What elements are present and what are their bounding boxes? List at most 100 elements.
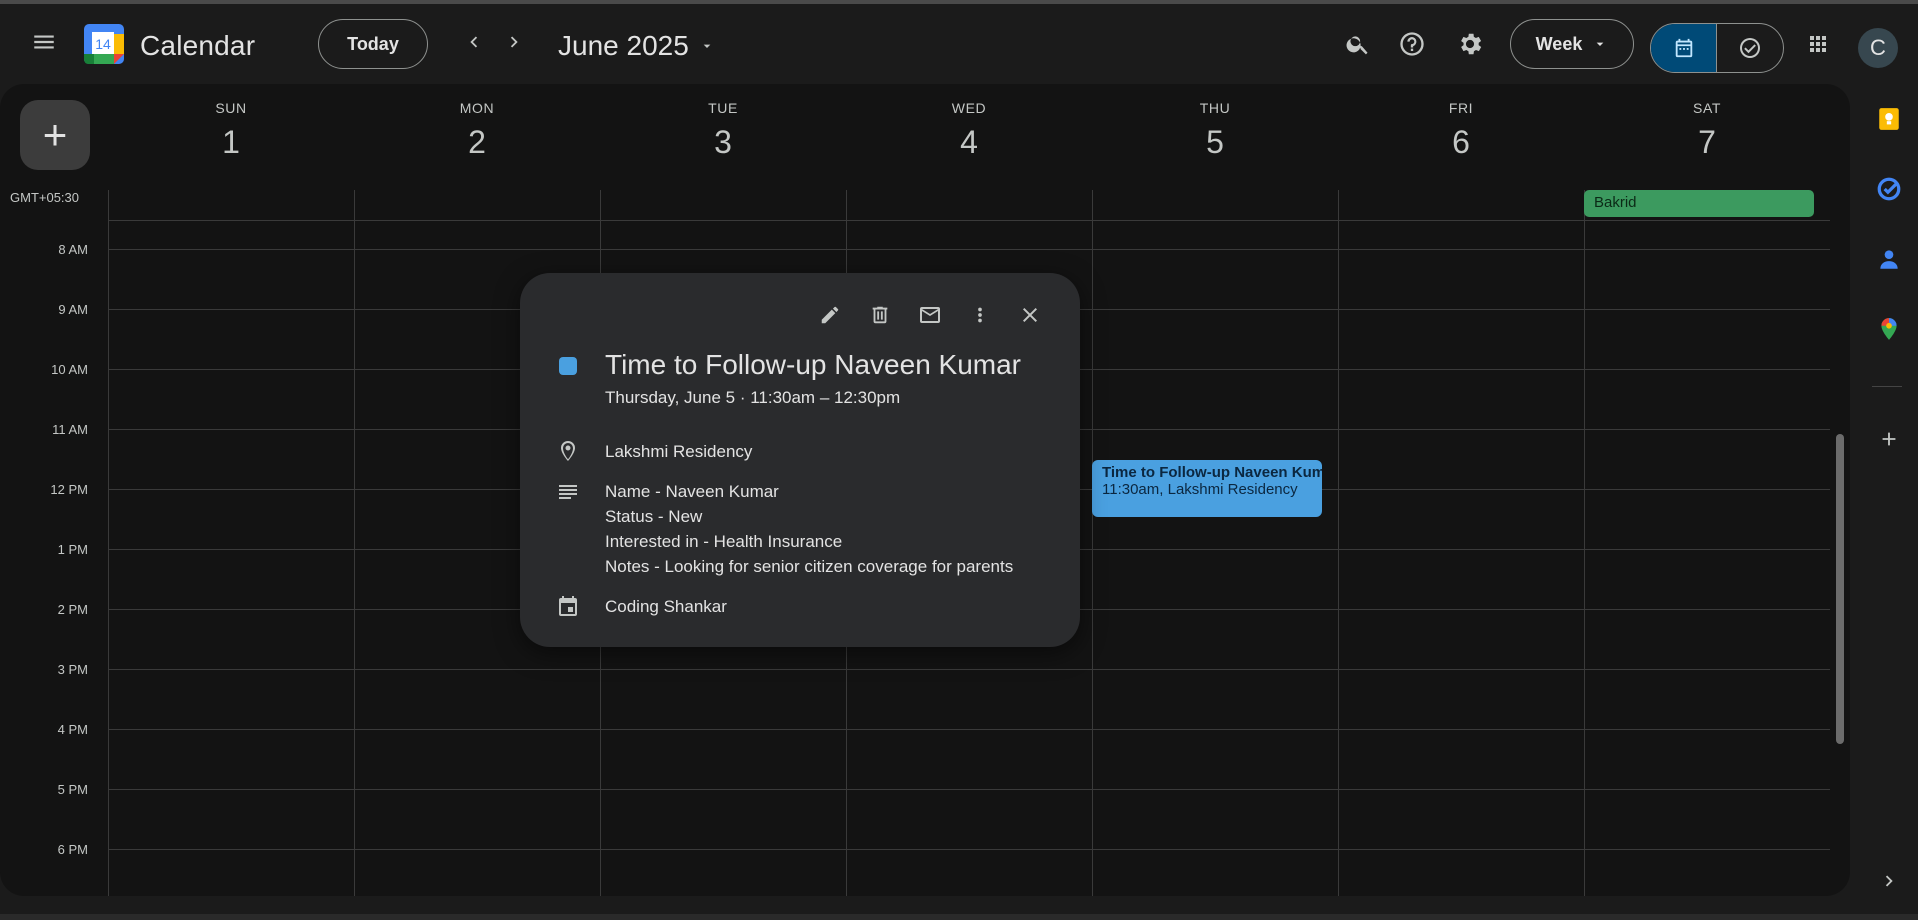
timezone-label: GMT+05:30 xyxy=(10,190,80,205)
delete-event-button[interactable] xyxy=(858,293,902,337)
view-selector[interactable]: Week xyxy=(1510,19,1634,69)
hour-label: 3 PM xyxy=(57,662,88,677)
calendar-icon xyxy=(1675,38,1692,58)
day-header-sun[interactable]: SUN 1 xyxy=(108,84,354,190)
get-add-ons-button[interactable] xyxy=(1874,424,1904,454)
hour-line xyxy=(108,669,1830,670)
vertical-scrollbar[interactable] xyxy=(1836,434,1844,744)
hour-label: 12 PM xyxy=(50,482,88,497)
day-name: FRI xyxy=(1448,100,1474,116)
event-chip-title: Time to Follow-up Naveen Kumar xyxy=(1102,464,1322,481)
day-number[interactable]: 7 xyxy=(1584,124,1830,161)
settings-button[interactable] xyxy=(1450,24,1490,64)
popup-event-title: Time to Follow-up Naveen Kumar xyxy=(605,349,1022,380)
grid-line xyxy=(108,190,109,896)
tasks-view-button[interactable] xyxy=(1716,24,1783,72)
day-header-sat[interactable]: SAT 7 xyxy=(1584,84,1830,190)
svg-text:14: 14 xyxy=(95,36,111,52)
top-bar: 14 Calendar Today June 2025 Week C xyxy=(0,4,1918,84)
popup-location[interactable]: Lakshmi Residency xyxy=(605,439,752,464)
description-icon xyxy=(559,485,577,499)
popup-calendar-owner: Coding Shankar xyxy=(605,597,727,616)
grid-line xyxy=(1338,190,1339,896)
calendar-logo-icon: 14 xyxy=(84,24,124,64)
event-chip-subtitle: 11:30am, Lakshmi Residency xyxy=(1102,481,1298,498)
hour-label: 8 AM xyxy=(58,242,88,257)
today-button[interactable]: Today xyxy=(318,19,428,69)
hamburger-menu-icon xyxy=(34,35,54,49)
day-number[interactable]: 6 xyxy=(1338,124,1584,161)
hour-line xyxy=(108,249,1830,250)
edit-event-button[interactable] xyxy=(808,293,852,337)
close-icon xyxy=(1023,308,1037,322)
apps-grid-icon xyxy=(1810,36,1826,52)
chevron-left-icon xyxy=(470,36,478,48)
email-guests-button[interactable] xyxy=(908,293,952,337)
grid-line xyxy=(354,190,355,896)
create-button[interactable]: + xyxy=(20,100,90,170)
month-label: June 2025 xyxy=(558,30,689,61)
keep-notes-icon[interactable] xyxy=(1876,106,1902,132)
grid-line xyxy=(1092,190,1093,896)
all-day-divider xyxy=(108,220,1830,221)
hour-line xyxy=(108,729,1830,730)
day-header-fri[interactable]: FRI 6 xyxy=(1338,84,1584,190)
app-title: Calendar xyxy=(140,30,256,61)
previous-week-button[interactable] xyxy=(456,24,492,60)
popup-event-time: Thursday, June 5 · 11:30am – 12:30pm xyxy=(605,388,901,407)
account-avatar[interactable]: C xyxy=(1858,28,1898,68)
day-number[interactable]: 5 xyxy=(1092,124,1338,161)
side-panel-divider xyxy=(1872,386,1902,387)
day-header-mon[interactable]: MON 2 xyxy=(354,84,600,190)
plus-icon: + xyxy=(42,111,68,158)
apps-button[interactable] xyxy=(1798,24,1838,64)
dropdown-arrow-icon xyxy=(1597,42,1604,46)
hide-side-panel-button[interactable] xyxy=(1874,866,1904,896)
day-number[interactable]: 4 xyxy=(846,124,1092,161)
next-week-button[interactable] xyxy=(496,24,532,60)
day-name: MON xyxy=(459,100,495,116)
hour-label: 11 AM xyxy=(52,422,88,437)
view-selector-label: Week xyxy=(1535,33,1583,54)
chevron-right-icon xyxy=(510,36,518,48)
day-name: THU xyxy=(1199,100,1231,116)
hour-line xyxy=(108,849,1830,850)
close-popup-button[interactable] xyxy=(1008,293,1052,337)
maps-icon[interactable] xyxy=(1876,316,1902,342)
chevron-right-icon xyxy=(1885,875,1893,887)
day-number[interactable]: 3 xyxy=(600,124,846,161)
hour-label: 5 PM xyxy=(57,782,88,797)
month-picker[interactable]: June 2025 xyxy=(558,30,715,62)
day-number[interactable]: 1 xyxy=(108,124,354,161)
more-vert-icon xyxy=(978,307,982,323)
main-menu-button[interactable] xyxy=(24,22,64,62)
hour-line xyxy=(108,789,1830,790)
gear-icon xyxy=(1461,33,1482,55)
more-options-button[interactable] xyxy=(958,293,1002,337)
all-day-event-bakrid[interactable]: Bakrid xyxy=(1584,190,1814,217)
dropdown-arrow-icon xyxy=(703,44,711,48)
hour-label: 1 PM xyxy=(57,542,88,557)
day-header-wed[interactable]: WED 4 xyxy=(846,84,1092,190)
contacts-icon[interactable] xyxy=(1876,246,1902,272)
day-name: TUE xyxy=(708,100,738,116)
hour-label: 4 PM xyxy=(57,722,88,737)
calendar-view-button[interactable] xyxy=(1651,24,1716,72)
help-button[interactable] xyxy=(1392,24,1432,64)
mail-icon xyxy=(920,307,940,323)
help-icon xyxy=(1400,32,1424,56)
search-button[interactable] xyxy=(1338,24,1378,64)
day-header-tue[interactable]: TUE 3 xyxy=(600,84,846,190)
day-number[interactable]: 2 xyxy=(354,124,600,161)
event-chip-follow-up[interactable]: Time to Follow-up Naveen Kumar 11:30am, … xyxy=(1092,460,1322,517)
grid-line xyxy=(1584,190,1585,896)
day-name: SAT xyxy=(1693,100,1721,116)
window-bottom-border xyxy=(0,914,1918,920)
search-icon xyxy=(1346,36,1368,55)
calendar-logo[interactable]: 14 xyxy=(84,24,124,64)
side-panel xyxy=(1860,84,1918,920)
tasks-icon[interactable] xyxy=(1876,176,1902,202)
day-header-thu[interactable]: THU 5 xyxy=(1092,84,1338,190)
popup-description-line: Notes - Looking for senior citizen cover… xyxy=(605,557,1014,576)
event-color-swatch xyxy=(559,357,577,375)
